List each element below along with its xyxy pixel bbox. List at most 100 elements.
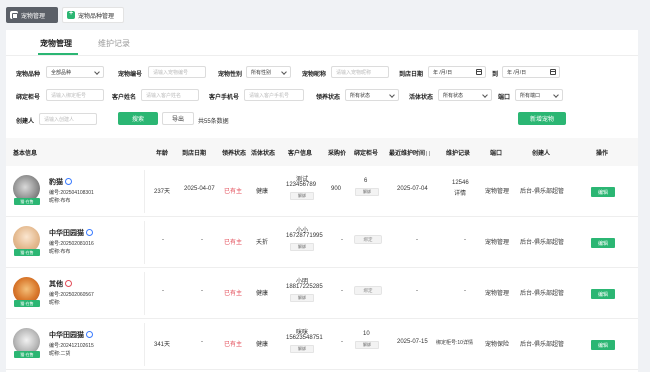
cabinet-input[interactable]: 请输入绑定柜号	[46, 89, 104, 101]
adopt-status-select[interactable]: 所有状态	[345, 89, 399, 101]
purchase-price: 900	[331, 186, 342, 192]
arrival-date-label: 到店日期	[399, 72, 424, 78]
pet-nickname: 昵称:	[49, 300, 61, 306]
table-row: 猫·在售 其他 编号:202502060567 昵称: - - 已有主 健康 小…	[6, 268, 638, 319]
gender-select[interactable]: 所有性别	[246, 66, 291, 78]
category-badge: 猫·在售	[14, 351, 40, 358]
unbind-cabinet-button[interactable]: 解绑	[355, 341, 379, 349]
cell-divider	[144, 221, 145, 264]
category-badge: 猫·在售	[14, 198, 40, 205]
customer-name-label: 客户姓名	[112, 95, 137, 101]
live-status-select[interactable]: 所有状态	[438, 89, 492, 101]
adopt-status-label: 领养状态	[316, 95, 341, 101]
age: 341天	[154, 342, 171, 348]
gender-male-icon	[65, 178, 72, 185]
pet-nickname: 昵称:二货	[49, 351, 71, 357]
nickname-input-placeholder: 请输入宠物昵称	[336, 69, 372, 76]
th-operation: 操作	[596, 151, 609, 157]
export-button[interactable]: 导出	[162, 112, 194, 125]
port-select[interactable]: 所有端口	[515, 89, 563, 101]
port: 宠物管理	[485, 189, 510, 195]
th-basic-info: 基本信息	[13, 151, 38, 157]
customer-phone: 15623548751	[286, 335, 323, 341]
pet-name: 中华田园猫	[49, 228, 93, 238]
th-live-status: 活体状态	[251, 151, 276, 157]
add-pet-button[interactable]: 新增宠物	[518, 112, 566, 125]
pet-management-tab-label: 宠物管理	[21, 13, 46, 20]
page-icon	[10, 11, 18, 19]
th-last-maintenance[interactable]: 最近维护时间	[389, 148, 431, 157]
unbind-customer-button[interactable]: 解绑	[290, 243, 314, 251]
category-badge: 猫·在售	[14, 300, 40, 307]
maintenance-detail-link[interactable]: 详情	[454, 188, 466, 197]
record-count: 共55条数据	[198, 119, 229, 125]
last-maintenance: -	[416, 288, 418, 294]
top-tabbar: 宠物管理 宠物品种管理	[0, 0, 650, 30]
pet-management-tab[interactable]: 宠物管理	[6, 7, 58, 23]
creator-input[interactable]: 请输入创建人	[39, 113, 97, 125]
calendar-icon[interactable]	[550, 69, 556, 75]
edit-button[interactable]: 编辑	[591, 187, 615, 197]
creator: 后台-俱乐部超管	[520, 342, 564, 348]
calendar-icon[interactable]	[476, 69, 482, 75]
adopt-status: 已有主	[224, 342, 243, 348]
th-cabinet: 绑定柜号	[354, 151, 379, 157]
pet-name: 中华田园猫	[49, 330, 93, 340]
table-row: 猫·在售 豹猫 编号:202504108301 昵称:布布 237天 2025-…	[6, 166, 638, 217]
live-status: 健康	[256, 291, 269, 297]
gender-male-icon	[86, 331, 93, 338]
arrival-date: -	[201, 339, 203, 345]
th-customer-info: 客户信息	[288, 151, 313, 157]
adopt-status-value: 所有状态	[350, 92, 371, 99]
cabinet-label: 绑定柜号	[16, 95, 41, 101]
pet-name: 其他	[49, 279, 72, 289]
live-status: 健康	[256, 342, 269, 348]
pet-code: 编号:202504108301	[49, 190, 94, 196]
unbind-customer-button[interactable]: 解绑	[290, 294, 314, 302]
customer-name-input[interactable]: 请输入客户姓名	[141, 89, 199, 101]
live-status-label: 活体状态	[409, 95, 434, 101]
sort-icon[interactable]	[426, 151, 431, 156]
pet-code: 编号:202502081016	[49, 241, 94, 247]
gender-select-value: 所有性别	[251, 69, 272, 76]
table-header: 基本信息 年龄 到店日期 领养状态 活体状态 客户信息 采购价 绑定柜号 最近维…	[6, 138, 638, 166]
maintenance-count: -	[464, 237, 466, 243]
tab-pet-management[interactable]: 宠物管理	[40, 38, 72, 49]
start-date-input[interactable]: 年 /月/日	[428, 66, 486, 78]
unbind-customer-button[interactable]: 解绑	[290, 345, 314, 353]
pet-nickname: 昵称:布布	[49, 198, 71, 204]
th-port: 端口	[490, 151, 503, 157]
creator-input-placeholder: 请输入创建人	[44, 116, 75, 123]
arrival-date: -	[201, 237, 203, 243]
edit-button[interactable]: 编辑	[591, 340, 615, 350]
code-input[interactable]: 请输入宠物编号	[148, 66, 206, 78]
bind-cabinet-button[interactable]: 绑定	[354, 286, 382, 295]
cabinet-number: 10	[363, 331, 370, 337]
gender-male-icon	[86, 229, 93, 236]
adopt-status: 已有主	[224, 189, 243, 195]
unbind-cabinet-button[interactable]: 解绑	[355, 188, 379, 196]
bind-cabinet-button[interactable]: 绑定	[354, 235, 382, 244]
tab-divider	[6, 55, 638, 56]
edit-button[interactable]: 编辑	[591, 238, 615, 248]
maintenance-record[interactable]: 绑定柜号:10详情	[436, 339, 473, 346]
end-date-input[interactable]: 年 /月/日	[502, 66, 560, 78]
th-purchase-price: 采购价	[328, 151, 347, 157]
purchase-price: -	[341, 339, 343, 345]
customer-phone-input[interactable]: 请输入客户手机号	[244, 89, 304, 101]
edit-button[interactable]: 编辑	[591, 289, 615, 299]
port: 宠物管理	[485, 240, 510, 246]
cell-divider	[144, 272, 145, 315]
unbind-customer-button[interactable]: 解绑	[290, 192, 314, 200]
customer-phone: 16728771995	[286, 233, 323, 239]
pet-breed-tab[interactable]: 宠物品种管理	[62, 7, 124, 23]
breed-select[interactable]: 全部品种	[46, 66, 104, 78]
main-panel: 宠物管理 维护记录 宠物品种 全部品种 宠物编号 请输入宠物编号 宠物性别 所有…	[6, 30, 638, 372]
search-button[interactable]: 搜索	[118, 112, 158, 125]
tab-maintenance-records[interactable]: 维护记录	[98, 38, 130, 49]
pet-name-text: 中华田园猫	[49, 230, 84, 237]
pet-breed-tab-label: 宠物品种管理	[78, 13, 115, 20]
adopt-status: 已有主	[224, 291, 243, 297]
arrival-date: -	[201, 288, 203, 294]
nickname-input[interactable]: 请输入宠物昵称	[331, 66, 389, 78]
